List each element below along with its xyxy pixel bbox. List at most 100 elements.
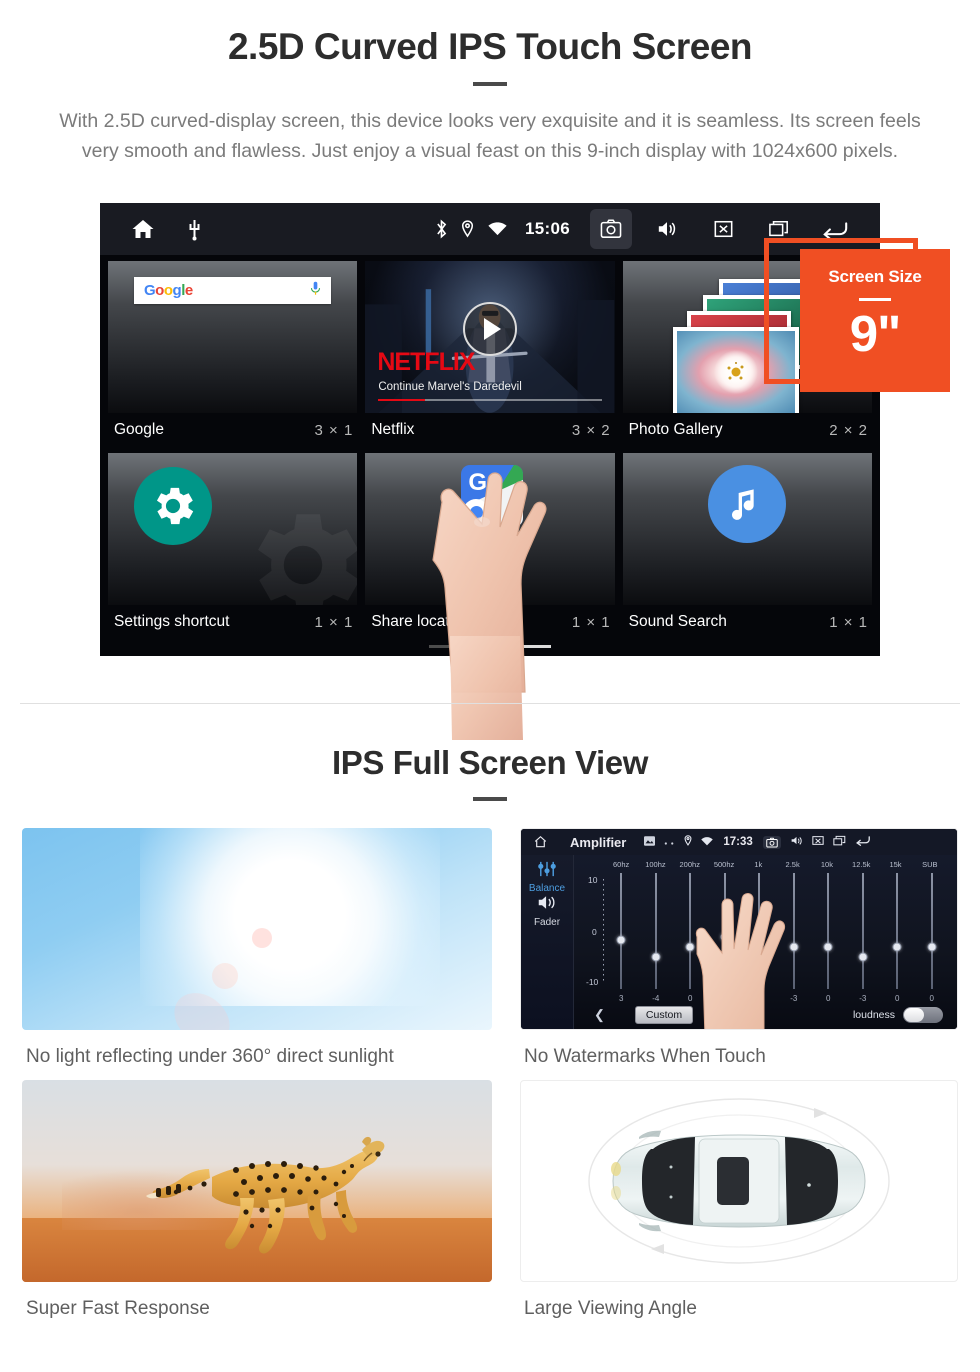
feature-row: No light reflecting under 360° direct su… [22, 828, 958, 1068]
band-slider[interactable] [880, 873, 915, 989]
share-location-widget[interactable]: G [365, 453, 615, 605]
band-label: 10k [820, 860, 833, 869]
widget-row: Google Google 3 × 1 NETFLIX Continue Mar… [108, 261, 872, 449]
page-dot-1[interactable] [429, 645, 463, 648]
loudness-label: loudness [852, 1009, 895, 1021]
amplifier-screen-image: Amplifier 17:33 Balance Fader 60hz 100hz… [520, 828, 958, 1030]
product-page: 2.5D Curved IPS Touch Screen With 2.5D c… [0, 0, 980, 1372]
band-value: -3 [859, 994, 867, 1003]
feature-card-viewing-angle: Large Viewing Angle [520, 1080, 958, 1320]
sound-search-widget[interactable] [622, 453, 872, 605]
fader-label[interactable]: Fader [521, 917, 573, 928]
band-slider[interactable] [604, 873, 639, 989]
amplifier-status-bar: Amplifier 17:33 [521, 829, 957, 855]
section2-title: IPS Full Screen View [331, 744, 649, 781]
title-divider [473, 82, 507, 86]
widget-size: 1 × 1 [829, 613, 868, 631]
location-pin-icon [461, 220, 474, 238]
car-top-view-image [520, 1080, 958, 1282]
microphone-icon[interactable] [310, 281, 321, 301]
band-slider[interactable] [915, 873, 950, 989]
camera-icon[interactable] [762, 835, 781, 849]
section-divider [20, 703, 960, 704]
music-note-icon[interactable] [708, 465, 787, 543]
band-label: 60hz [613, 860, 630, 869]
left-arrow-icon[interactable]: ❮ [594, 1007, 605, 1023]
balance-label[interactable]: Balance [521, 883, 573, 894]
page-indicator[interactable] [100, 645, 880, 648]
feature-grid: No light reflecting under 360° direct su… [22, 828, 958, 1332]
section2-divider [473, 797, 507, 801]
widget-size: 1 × 1 [314, 613, 354, 631]
dots-icon [664, 833, 675, 851]
home-icon[interactable] [533, 835, 548, 849]
badge-divider [859, 298, 891, 301]
sliders-icon[interactable] [536, 861, 558, 881]
widget-name: Settings shortcut [114, 613, 230, 630]
feature-card-watermarks: Amplifier 17:33 Balance Fader 60hz 100hz… [520, 828, 958, 1068]
google-search-widget[interactable]: Google [108, 261, 358, 413]
recents-icon[interactable] [833, 833, 846, 851]
widget-label-row: Settings shortcut 1 × 1 [108, 605, 357, 641]
android-status-bar: 15:06 [100, 203, 880, 255]
band-slider[interactable] [639, 873, 674, 989]
widget-picker-grid: Google Google 3 × 1 NETFLIX Continue Mar… [100, 255, 880, 641]
widget-size: 2 × 2 [829, 421, 868, 439]
screen-size-badge: Screen Size 9" [800, 249, 950, 392]
widget-sound-search[interactable]: Sound Search 1 × 1 [622, 453, 872, 641]
page-title: 2.5D Curved IPS Touch Screen [227, 26, 753, 67]
blue-sky-sun-flare-image [22, 828, 492, 1030]
widget-name: Share location [371, 613, 471, 630]
gear-icon[interactable] [134, 467, 212, 545]
band-label: 1k [754, 860, 763, 869]
wifi-icon [488, 222, 507, 236]
widget-size: 3 × 2 [571, 421, 611, 439]
page-dot-2[interactable] [473, 645, 507, 648]
widget-share-location[interactable]: G Share location 1 × 1 [365, 453, 615, 641]
amplifier-ui: Amplifier 17:33 Balance Fader 60hz 100hz… [521, 829, 957, 1029]
netflix-widget[interactable]: NETFLIX Continue Marvel's Daredevil [365, 261, 615, 413]
feature-card-sunlight: No light reflecting under 360° direct su… [22, 828, 492, 1068]
band-label: 500hz [713, 860, 735, 869]
feature-caption: No Watermarks When Touch [524, 1046, 766, 1067]
widget-netflix[interactable]: NETFLIX Continue Marvel's Daredevil Netf… [365, 261, 615, 449]
band-label: 200hz [679, 860, 700, 869]
widget-size: 3 × 1 [314, 421, 354, 439]
loudness-control[interactable]: loudness [853, 1007, 943, 1023]
settings-shortcut-widget[interactable] [108, 453, 358, 605]
gear-icon-ghost [228, 495, 358, 605]
badge-value: 9" [849, 305, 902, 362]
volume-icon[interactable] [790, 833, 803, 851]
google-maps-icon[interactable]: G [461, 465, 524, 527]
scale-zero: 0 [592, 926, 597, 937]
speaker-icon[interactable] [536, 896, 558, 915]
amplifier-title: Amplifier [570, 834, 627, 850]
badge-label: Screen Size [828, 267, 922, 286]
google-logo: Google [144, 282, 193, 299]
progress-bar [378, 398, 602, 401]
head-unit-screenshot: 15:06 Google Google 3 × 1 NETFLIX Contin… [100, 203, 880, 656]
back-arrow-icon[interactable] [855, 833, 871, 851]
equalizer-panel: 60hz 100hz 200hz 500hz 1k 2.5k 10k 12.5k… [573, 855, 957, 1029]
widget-google[interactable]: Google Google 3 × 1 [108, 261, 358, 449]
search-input[interactable]: Google [134, 277, 332, 304]
loudness-toggle[interactable] [903, 1007, 943, 1023]
band-slider[interactable] [846, 873, 881, 989]
picture-icon [644, 833, 656, 851]
close-box-icon[interactable] [702, 209, 744, 249]
scale-top: 10 [588, 875, 598, 885]
netflix-brand: NETFLIX [377, 348, 475, 376]
band-label: 15k [889, 860, 902, 869]
home-icon[interactable] [130, 217, 156, 241]
band-value: 0 [895, 994, 900, 1003]
volume-icon[interactable] [646, 209, 688, 249]
status-time: 15:06 [525, 219, 570, 238]
band-value: -4 [652, 994, 660, 1003]
page-dot-3-active[interactable] [517, 645, 551, 648]
widget-settings-shortcut[interactable]: Settings shortcut 1 × 1 [108, 453, 358, 641]
camera-icon[interactable] [590, 209, 632, 249]
section-description: With 2.5D curved-display screen, this de… [59, 110, 921, 162]
feature-row: Super Fast Response Large Viewing Angle [22, 1080, 958, 1320]
close-box-icon[interactable] [812, 833, 824, 851]
amplifier-sidebar: Balance Fader [521, 855, 573, 1029]
